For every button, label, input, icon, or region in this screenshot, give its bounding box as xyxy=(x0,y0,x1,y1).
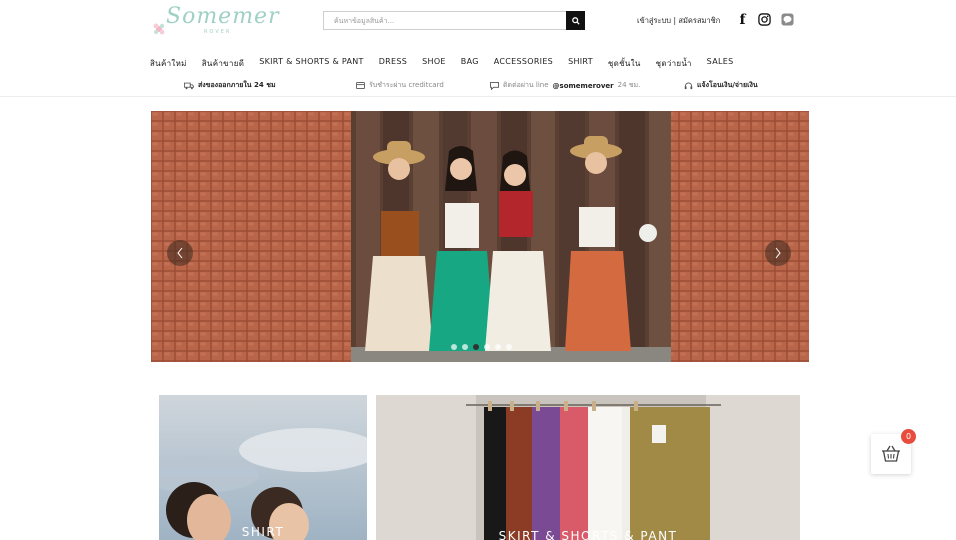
basket-icon xyxy=(882,445,900,462)
nav-item-sales[interactable]: SALES xyxy=(707,57,734,70)
credit-card-icon xyxy=(356,82,365,89)
slider-dots xyxy=(451,344,512,350)
facebook-icon[interactable]: f xyxy=(736,12,749,28)
nav-item-bestseller[interactable]: สินค้าขายดี xyxy=(202,57,244,70)
nav-item-dress[interactable]: DRESS xyxy=(379,57,407,70)
nav-item-swimwear[interactable]: ชุดว่ายน้ำ xyxy=(656,57,692,70)
search-input[interactable] xyxy=(324,12,566,29)
slider-dot[interactable] xyxy=(484,344,490,350)
nav-item-shoe[interactable]: SHOE xyxy=(422,57,446,70)
nav-item-bag[interactable]: BAG xyxy=(461,57,479,70)
hero-image xyxy=(151,111,809,362)
headset-icon xyxy=(684,82,693,89)
search-icon xyxy=(571,16,580,25)
chat-icon xyxy=(490,81,499,90)
category-tile-skirt[interactable]: SKIRT & SHORTS & PANT xyxy=(376,395,800,540)
contact-line-id[interactable]: @somemerover xyxy=(553,82,614,90)
slider-next-button[interactable] xyxy=(765,240,791,266)
chevron-right-icon xyxy=(775,247,781,259)
skirt-category-image xyxy=(376,395,800,540)
flower-icon xyxy=(153,23,165,35)
search-bar xyxy=(323,11,585,30)
auth-links: เข้าสู่ระบบ | สมัครสมาชิก xyxy=(637,15,720,27)
line-icon[interactable] xyxy=(781,13,794,26)
nav-item-accessories[interactable]: ACCESSORIES xyxy=(494,57,553,70)
notify-text: แจ้งโอนเงิน/จ่ายเงิน xyxy=(697,81,758,89)
info-bar xyxy=(0,73,956,97)
main-nav: สินค้าใหม่ สินค้าขายดี SKIRT & SHORTS & … xyxy=(150,57,748,70)
info-notify[interactable]: แจ้งโอนเงิน/จ่ายเงิน xyxy=(684,80,758,91)
info-payment: รับชำระผ่าน creditcard xyxy=(356,80,444,91)
nav-item-underwear[interactable]: ชุดชั้นใน xyxy=(608,57,641,70)
hero-slider[interactable] xyxy=(151,111,809,362)
slider-dot[interactable] xyxy=(462,344,468,350)
shipping-text: ส่งของออกภายใน 24 ชม xyxy=(198,81,276,89)
slider-dot-active[interactable] xyxy=(473,344,479,350)
tile-label-skirt: SKIRT & SHORTS & PANT xyxy=(498,529,678,540)
category-tile-shirt[interactable]: SHIRT xyxy=(159,395,367,540)
instagram-icon[interactable] xyxy=(758,13,771,26)
slider-dot[interactable] xyxy=(451,344,457,350)
slider-dot[interactable] xyxy=(495,344,501,350)
nav-item-shirt[interactable]: SHIRT xyxy=(568,57,593,70)
contact-suffix: 24 ชม. xyxy=(617,81,641,89)
cart-count-badge: 0 xyxy=(901,429,916,444)
info-shipping: ส่งของออกภายใน 24 ชม xyxy=(184,80,276,91)
logo-subtext: ROVER xyxy=(204,29,232,35)
truck-icon xyxy=(184,82,194,89)
search-button[interactable] xyxy=(566,11,585,30)
logo-text: Somemer xyxy=(166,4,280,29)
site-logo[interactable]: Somemer ROVER xyxy=(152,4,279,40)
info-contact: ติดต่อผ่าน line @somemerover 24 ชม. xyxy=(490,80,640,91)
register-link[interactable]: สมัครสมาชิก xyxy=(678,16,720,25)
slider-dot[interactable] xyxy=(506,344,512,350)
slider-prev-button[interactable] xyxy=(167,240,193,266)
contact-prefix: ติดต่อผ่าน line xyxy=(503,81,549,89)
shirt-category-image xyxy=(159,395,367,540)
nav-item-skirt[interactable]: SKIRT & SHORTS & PANT xyxy=(259,57,363,70)
payment-text: รับชำระผ่าน creditcard xyxy=(369,81,444,89)
auth-separator: | xyxy=(673,16,676,25)
nav-item-new[interactable]: สินค้าใหม่ xyxy=(150,57,187,70)
tile-label-shirt: SHIRT xyxy=(241,525,285,539)
login-link[interactable]: เข้าสู่ระบบ xyxy=(637,16,671,25)
chevron-left-icon xyxy=(177,247,183,259)
